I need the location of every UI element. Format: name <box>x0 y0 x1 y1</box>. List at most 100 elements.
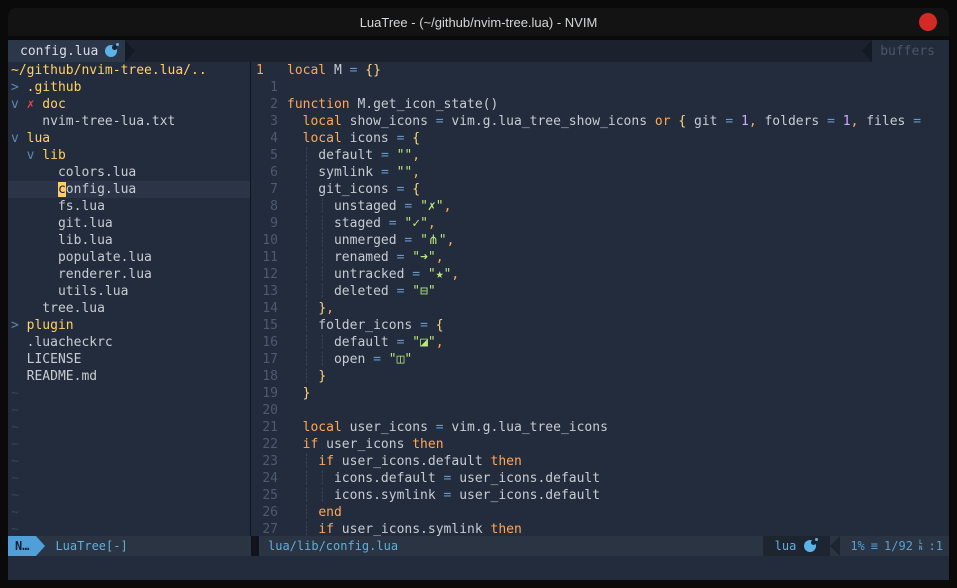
editor-line[interactable]: 27 ┊ if user_icons.symlink then <box>251 521 949 536</box>
editor-line[interactable]: 24 ┊ ┊ icons.default = user_icons.defaul… <box>251 470 949 487</box>
code-segment-id: folders <box>757 114 827 129</box>
editor-line[interactable]: 3 local show_icons = vim.g.lua_tree_show… <box>251 113 949 130</box>
close-icon[interactable] <box>919 13 937 31</box>
editor-line[interactable]: 18 ┊ } <box>251 368 949 385</box>
code-segment-id <box>287 471 303 486</box>
line-number: 1 <box>251 79 278 96</box>
code-segment-root: ~/github/nvim-tree.lua/.. <box>11 63 207 78</box>
editor-line[interactable]: 14 ┊ }, <box>251 300 949 317</box>
tree-row[interactable]: ~ <box>11 521 250 536</box>
tree-row[interactable]: fs.lua <box>11 198 250 215</box>
tree-row[interactable]: config.lua <box>8 181 250 198</box>
editor-line[interactable]: 8 ┊ ┊ unstaged = "✗", <box>251 198 949 215</box>
tree-row[interactable]: colors.lua <box>11 164 250 181</box>
tree-row[interactable]: ~ <box>11 419 250 436</box>
line-number: 24 <box>251 470 278 487</box>
code-segment-id: M.get_icon_state() <box>350 97 499 112</box>
code-segment-com: , <box>428 216 436 231</box>
editor-line[interactable]: 1 <box>251 79 949 96</box>
code-segment-op: = <box>436 420 444 435</box>
tree-row[interactable]: utils.lua <box>11 283 250 300</box>
line-number: 15 <box>251 317 278 334</box>
code-text: ┊ ┊ icons.symlink = user_icons.default <box>287 487 600 504</box>
code-segment-id <box>287 369 303 384</box>
editor-line[interactable]: 5 ┊ default = "", <box>251 147 949 164</box>
tree-row[interactable]: ~ <box>11 487 250 504</box>
tree-row[interactable]: nvim-tree-lua.txt <box>11 113 250 130</box>
code-segment-tilde: ~ <box>11 505 19 520</box>
line-number: 17 <box>251 351 278 368</box>
tree-row[interactable]: ~ <box>11 402 250 419</box>
tree-row[interactable]: populate.lua <box>11 249 250 266</box>
tree-row[interactable]: v lua <box>11 130 250 147</box>
lua-icon <box>804 540 816 552</box>
tree-row[interactable]: v lib <box>11 147 250 164</box>
code-segment-str: "◫" <box>389 352 412 367</box>
editor-line[interactable]: 2function M.get_icon_state() <box>251 96 949 113</box>
tree-row[interactable]: LICENSE <box>11 351 250 368</box>
code-segment-id: open <box>326 352 373 367</box>
code-segment-kw: end <box>318 505 341 520</box>
editor-line[interactable]: 22 if user_icons then <box>251 436 949 453</box>
editor-line[interactable]: 17 ┊ ┊ open = "◫" <box>251 351 949 368</box>
tree-row[interactable]: ~/github/nvim-tree.lua/.. <box>11 62 250 79</box>
line-number: 4 <box>251 130 278 147</box>
code-segment-id <box>287 437 303 452</box>
tree-row[interactable]: tree.lua <box>11 300 250 317</box>
tree-row[interactable]: lib.lua <box>11 232 250 249</box>
tree-row[interactable]: git.lua <box>11 215 250 232</box>
code-text: function M.get_icon_state() <box>287 96 498 113</box>
editor-line[interactable]: 20 <box>251 402 949 419</box>
code-segment-id <box>287 165 303 180</box>
statusline-gap <box>251 536 259 556</box>
code-segment-file <box>11 182 58 197</box>
code-segment-com: , <box>326 301 334 316</box>
editor-line[interactable]: 10 ┊ ┊ unmerged = "⋔", <box>251 232 949 249</box>
tree-row[interactable]: v ✗ doc <box>11 96 250 113</box>
editor-line[interactable]: 13 ┊ ┊ deleted = "⊟" <box>251 283 949 300</box>
code-text: ┊ } <box>287 368 326 385</box>
editor-line[interactable]: 26 ┊ end <box>251 504 949 521</box>
code-segment-op: = <box>420 318 428 333</box>
command-line[interactable] <box>8 556 949 580</box>
editor-line[interactable]: 19 } <box>251 385 949 402</box>
code-segment-folder: lib <box>34 148 65 163</box>
editor-line[interactable]: 7 ┊ git_icons = { <box>251 181 949 198</box>
code-segment-id: vim.g.lua_tree_icons <box>444 420 608 435</box>
code-segment-folder: plugin <box>19 318 74 333</box>
editor-line[interactable]: 16 ┊ ┊ default = "◪", <box>251 334 949 351</box>
code-segment-guide: ┊ <box>318 250 326 265</box>
code-segment-op: = <box>381 165 389 180</box>
tree-row[interactable]: ~ <box>11 385 250 402</box>
tree-row[interactable]: README.md <box>11 368 250 385</box>
editor-line[interactable]: 9 ┊ ┊ staged = "✓", <box>251 215 949 232</box>
editor-line[interactable]: 6 ┊ symlink = "", <box>251 164 949 181</box>
editor-line[interactable]: 12 ┊ ┊ untracked = "★", <box>251 266 949 283</box>
tree-row[interactable]: > plugin <box>11 317 250 334</box>
line-number: 18 <box>251 368 278 385</box>
editor-line[interactable]: 21 local user_icons = vim.g.lua_tree_ico… <box>251 419 949 436</box>
tree-row[interactable]: ~ <box>11 470 250 487</box>
editor-line[interactable]: 4 local icons = { <box>251 130 949 147</box>
buffers-chip[interactable]: buffers <box>862 40 949 62</box>
tree-row[interactable]: ~ <box>11 453 250 470</box>
code-segment-id: user_icons.default <box>451 488 600 503</box>
tree-row[interactable]: ~ <box>11 504 250 521</box>
code-segment-kw: if <box>318 522 334 536</box>
editor-line[interactable]: 15 ┊ folder_icons = { <box>251 317 949 334</box>
editor-line[interactable]: 1local M = {} <box>251 62 949 79</box>
tree-row[interactable]: ~ <box>11 436 250 453</box>
tree-row[interactable]: renderer.lua <box>11 266 250 283</box>
code-text: ┊ ┊ unstaged = "✗", <box>287 198 451 215</box>
tree-row[interactable]: .luacheckrc <box>11 334 250 351</box>
code-segment-id <box>287 488 303 503</box>
editor-line[interactable]: 23 ┊ if user_icons.default then <box>251 453 949 470</box>
tree-row[interactable]: > .github <box>11 79 250 96</box>
code-segment-file: onfig.lua <box>66 182 136 197</box>
file-tree: ~/github/nvim-tree.lua/..> .githubv ✗ do… <box>8 62 250 536</box>
code-segment-kw: if <box>318 454 334 469</box>
code-segment-kw: then <box>491 522 522 536</box>
tab-config-lua[interactable]: config.lua <box>8 40 125 62</box>
editor-line[interactable]: 25 ┊ ┊ icons.symlink = user_icons.defaul… <box>251 487 949 504</box>
editor-line[interactable]: 11 ┊ ┊ renamed = "➜", <box>251 249 949 266</box>
